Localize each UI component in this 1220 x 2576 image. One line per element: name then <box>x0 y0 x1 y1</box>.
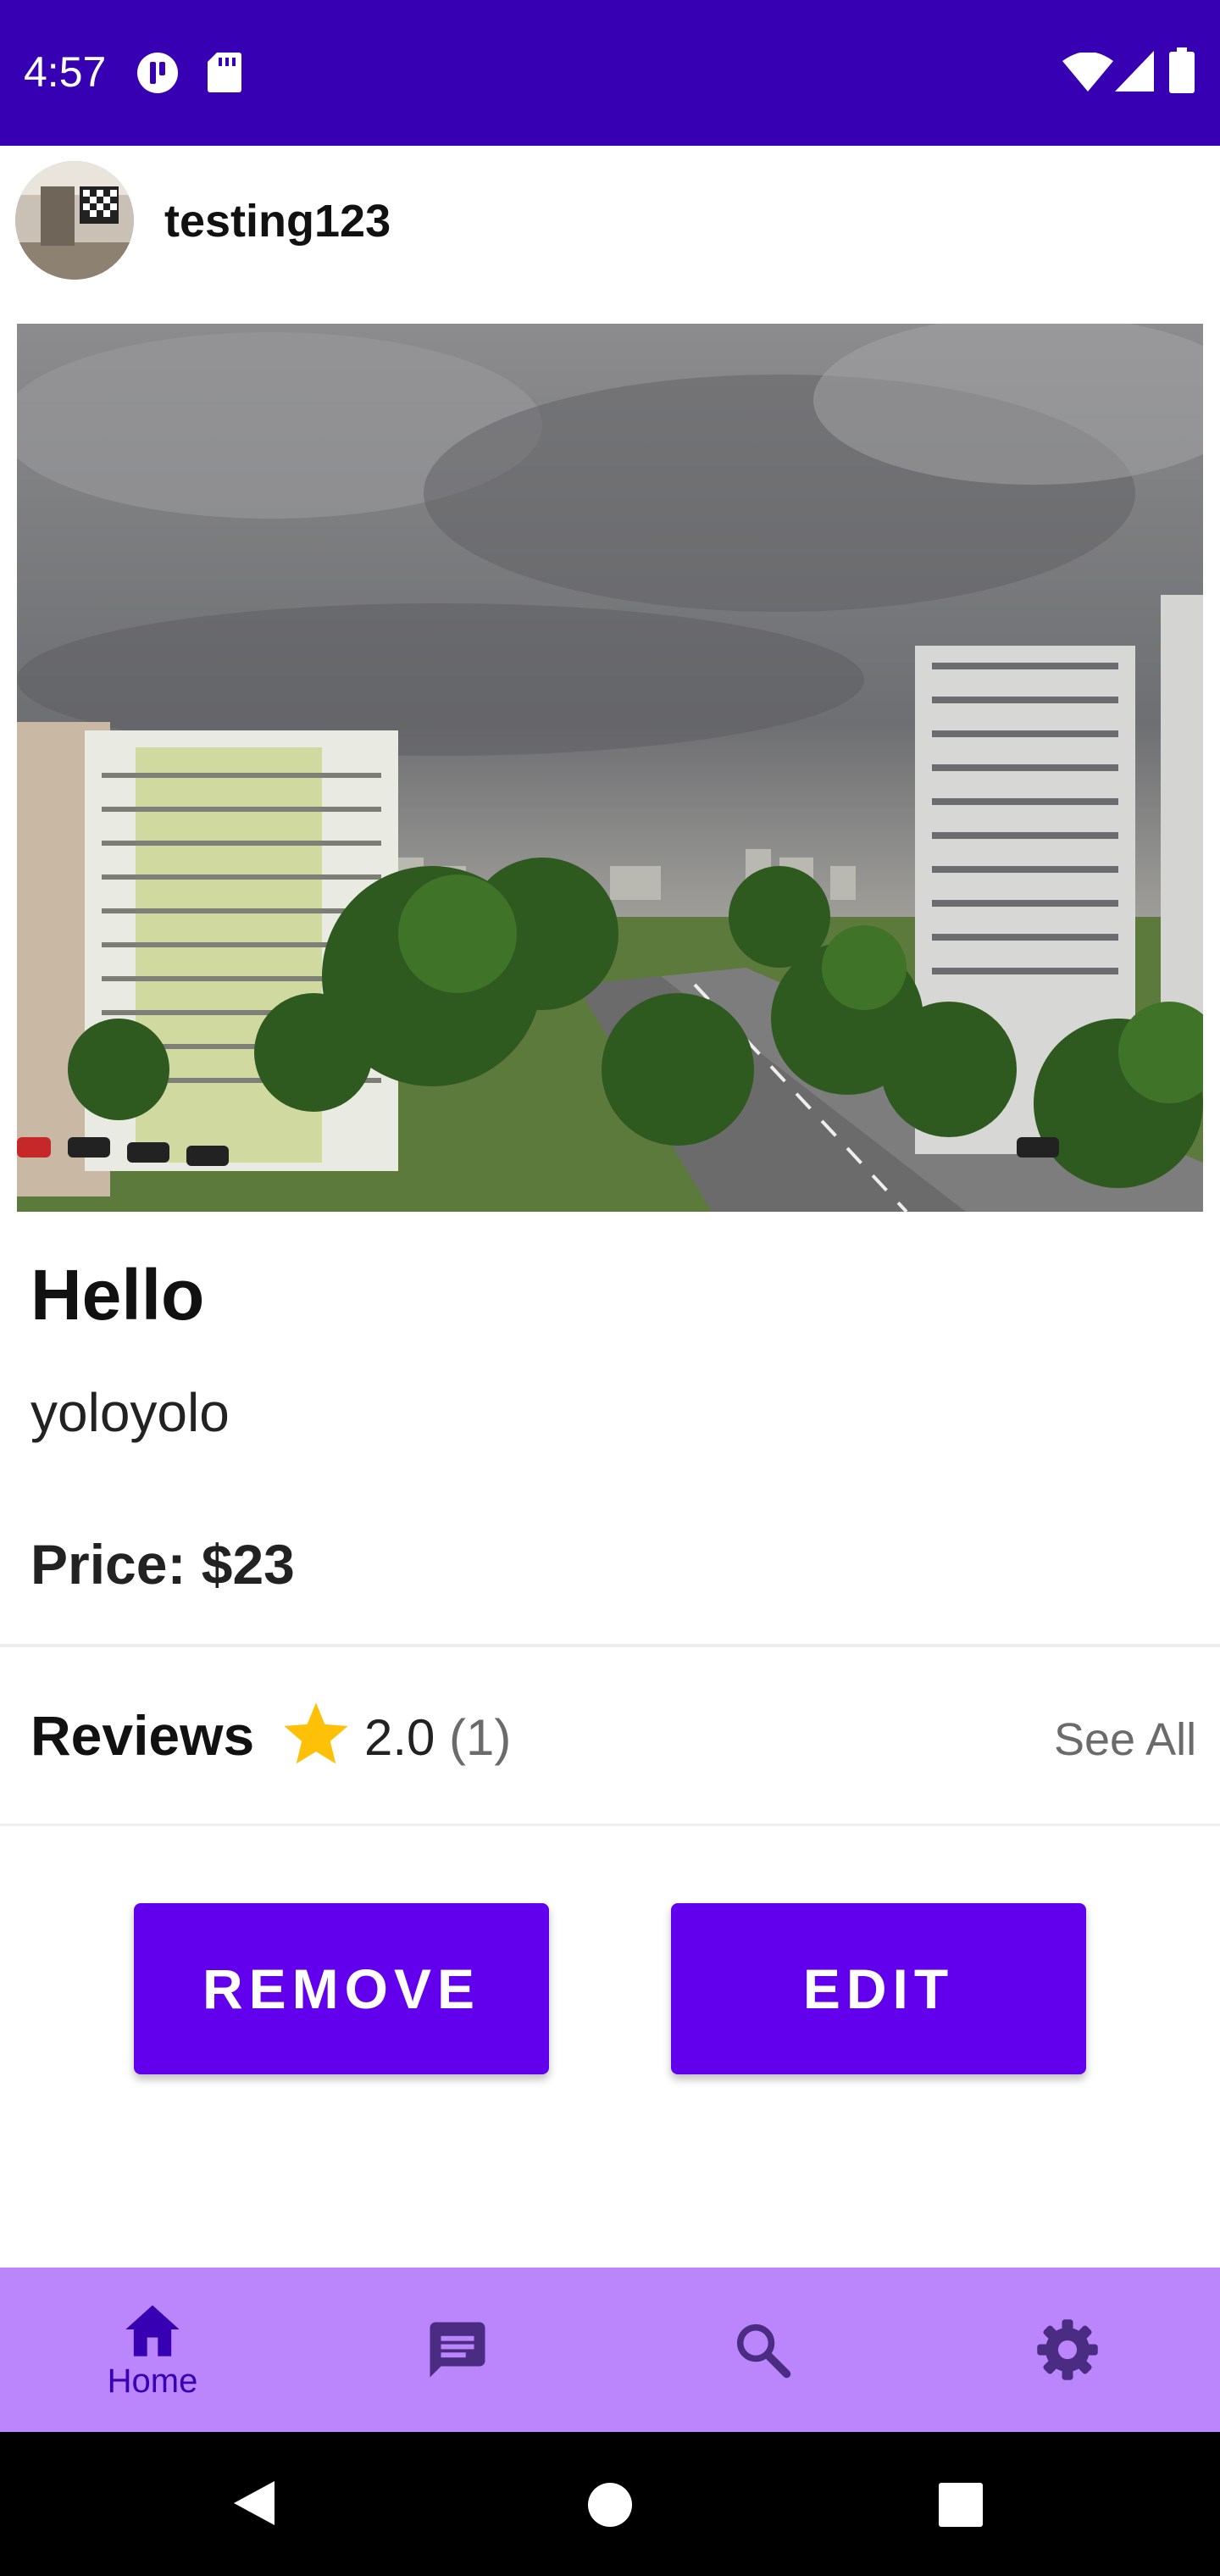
home-circle-icon[interactable] <box>586 2481 634 2529</box>
settings-icon <box>1037 2319 1098 2380</box>
home-icon <box>125 2305 180 2357</box>
post-description: yoloyolo <box>30 1382 230 1443</box>
battery-icon <box>1169 47 1195 93</box>
post-price: Price: $23 <box>30 1533 295 1596</box>
nav-item-settings[interactable] <box>915 2268 1220 2432</box>
rating-value: 2.0 <box>364 1709 435 1766</box>
bottom-navigation: Home <box>0 2268 1220 2432</box>
nav-item-chat[interactable] <box>305 2268 610 2432</box>
back-icon[interactable] <box>230 2478 278 2529</box>
cellular-signal-icon <box>1115 51 1154 92</box>
username[interactable]: testing123 <box>164 195 391 247</box>
status-bar: 4:57 <box>0 0 1220 146</box>
nav-item-home[interactable]: Home <box>0 2268 305 2432</box>
nav-label-home: Home <box>107 2362 198 2400</box>
app-notification-icon <box>137 53 178 93</box>
system-navigation-bar <box>0 2432 1220 2576</box>
avatar[interactable] <box>15 161 134 280</box>
rating-count: (1) <box>449 1709 512 1766</box>
remove-button[interactable]: REMOVE <box>134 1903 549 2074</box>
avatar-image <box>15 161 134 280</box>
chat-icon <box>430 2322 485 2378</box>
post-photo-image <box>17 324 1203 1212</box>
post-title: Hello <box>30 1255 205 1335</box>
search-icon <box>736 2323 791 2379</box>
star-icon <box>284 1702 348 1764</box>
reviews-label: Reviews <box>30 1704 255 1767</box>
post-photo[interactable] <box>17 324 1203 1212</box>
nav-item-search[interactable] <box>610 2268 915 2432</box>
recents-icon[interactable] <box>939 2483 983 2527</box>
status-time: 4:57 <box>24 48 107 96</box>
edit-button[interactable]: EDIT <box>671 1903 1086 2074</box>
sd-card-icon <box>208 53 241 92</box>
wifi-icon <box>1062 53 1113 92</box>
see-all-link[interactable]: See All <box>1054 1713 1196 1766</box>
divider <box>0 1824 1220 1826</box>
